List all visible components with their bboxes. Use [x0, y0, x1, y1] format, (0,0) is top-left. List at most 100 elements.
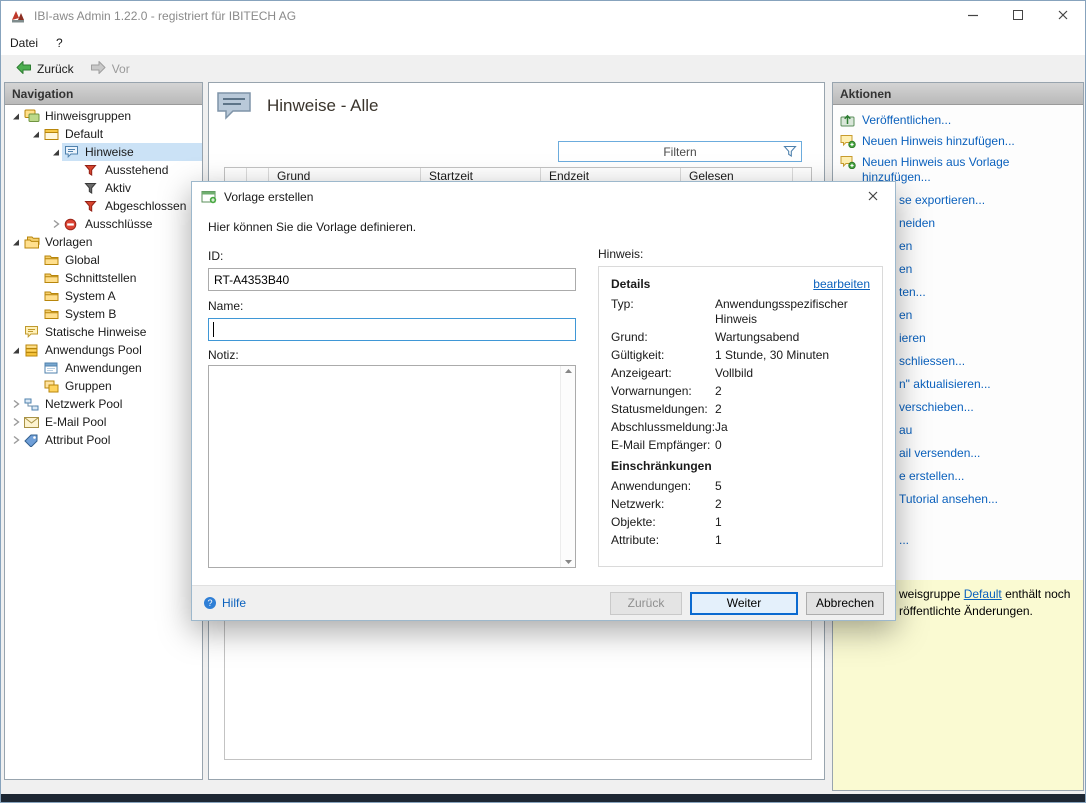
detail-value: 2: [715, 384, 722, 398]
detail-value: 2: [715, 497, 722, 511]
back-button[interactable]: Zurück: [7, 58, 82, 80]
scroll-up-icon[interactable]: [561, 369, 575, 373]
note-scrollbar[interactable]: [560, 366, 575, 567]
chevron-expanded-icon[interactable]: [9, 111, 22, 121]
tree-item-anwendungs-pool[interactable]: Anwendungs Pool: [5, 341, 202, 359]
tree-item-e-mail-pool[interactable]: E-Mail Pool: [5, 413, 202, 431]
maximize-button[interactable]: [995, 1, 1040, 31]
tree-item-statische-hinweise[interactable]: Statische Hinweise: [5, 323, 202, 341]
tree-item-anwendungen[interactable]: Anwendungen: [5, 359, 202, 377]
dialog-icon: [201, 189, 217, 204]
tree-item-label: System B: [65, 307, 117, 321]
filter-input[interactable]: Filtern: [558, 141, 802, 162]
filter-funnel-icon[interactable]: [783, 145, 797, 158]
tree-item-system-b[interactable]: System B: [5, 305, 202, 323]
tree-item-content: E-Mail Pool: [22, 413, 202, 431]
chevron-expanded-icon[interactable]: [29, 129, 42, 139]
name-input[interactable]: [208, 318, 576, 341]
details-box: Details bearbeiten Typ: Anwendungsspezifi…: [598, 266, 883, 567]
titlebar: IBI-aws Admin 1.22.0 - registriert für I…: [1, 1, 1085, 31]
tree-item-label: Global: [65, 253, 100, 267]
tree-item-label: Hinweise: [85, 145, 134, 159]
add-hint-icon: [840, 134, 856, 148]
navigation-header: Navigation: [5, 83, 202, 105]
zurueck-button[interactable]: Zurück: [610, 591, 682, 615]
chevron-expanded-icon[interactable]: [49, 147, 62, 157]
detail-row-g-ltigkeit: Gültigkeit: 1 Stunde, 30 Minuten: [611, 348, 870, 363]
tree-item-ausschl-sse[interactable]: Ausschlüsse: [5, 215, 202, 233]
action-ver-ffentlichen[interactable]: Veröffentlichen...: [833, 110, 1083, 131]
chevron-collapsed-icon[interactable]: [9, 435, 22, 445]
detail-value: 1: [715, 515, 722, 529]
tree-item-vorlagen[interactable]: Vorlagen: [5, 233, 202, 251]
tree-item-global[interactable]: Global: [5, 251, 202, 269]
detail-row-anzeigeart: Anzeigeart: Vollbild: [611, 366, 870, 381]
dialog-close-icon: [868, 190, 878, 204]
tag-icon: [24, 434, 41, 447]
bubble-blue-icon: [64, 145, 81, 159]
weiter-button[interactable]: Weiter: [690, 591, 798, 615]
tree-item-abgeschlossen[interactable]: Abgeschlossen: [5, 197, 202, 215]
tree-item-attribut-pool[interactable]: Attribut Pool: [5, 431, 202, 449]
name-label: Name:: [208, 299, 244, 313]
tree-item-content: Schnittstellen: [42, 269, 202, 287]
tree-item-label: Attribut Pool: [45, 433, 111, 447]
dialog-close-button[interactable]: [853, 184, 893, 210]
tree-item-gruppen[interactable]: Gruppen: [5, 377, 202, 395]
tree-item-ausstehend[interactable]: Ausstehend: [5, 161, 202, 179]
tree-item-label: Schnittstellen: [65, 271, 137, 285]
detail-label: Statusmeldungen:: [611, 402, 708, 416]
chevron-collapsed-icon[interactable]: [49, 219, 62, 229]
action-neuen-hinweis-hinzuf-gen[interactable]: Neuen Hinweis hinzufügen...: [833, 131, 1083, 152]
forward-button[interactable]: Vor: [82, 58, 138, 80]
chevron-collapsed-icon[interactable]: [9, 417, 22, 427]
close-button[interactable]: [1040, 1, 1085, 31]
maximize-icon: [1012, 9, 1023, 23]
back-arrow-icon: [15, 60, 32, 78]
detail-label: Abschlussmeldung:: [611, 420, 716, 434]
detail-row-anwendungen: Anwendungen: 5: [611, 479, 870, 494]
minimize-button[interactable]: [950, 1, 995, 31]
tree-item-hinweisgruppen[interactable]: Hinweisgruppen: [5, 107, 202, 125]
tree-item-label: Vorlagen: [45, 235, 93, 249]
tree-item-aktiv[interactable]: Aktiv: [5, 179, 202, 197]
tree-item-hinweise[interactable]: Hinweise: [5, 143, 202, 161]
tree-item-content: System A: [42, 287, 202, 305]
bearbeiten-link[interactable]: bearbeiten: [813, 277, 870, 291]
tree-item-schnittstellen[interactable]: Schnittstellen: [5, 269, 202, 287]
chevron-expanded-icon[interactable]: [9, 345, 22, 355]
menubar: Datei ?: [1, 31, 1085, 55]
note-textarea[interactable]: [208, 365, 576, 568]
abbrechen-button[interactable]: Abbrechen: [806, 591, 884, 615]
detail-value: Wartungsabend: [715, 330, 800, 344]
detail-label: Gültigkeit:: [611, 348, 665, 362]
dialog-footer: ? Hilfe Zurück Weiter Abbrechen: [192, 585, 895, 620]
menu-help[interactable]: ?: [47, 33, 72, 53]
note-label: Notiz:: [208, 348, 239, 362]
id-input[interactable]: [208, 268, 576, 291]
notice-text-2: enthält noch: [1001, 587, 1071, 601]
hinweis-label: Hinweis:: [598, 247, 644, 261]
help-link[interactable]: ? Hilfe: [203, 596, 246, 610]
action-label: e erstellen...: [899, 469, 965, 483]
chevron-collapsed-icon[interactable]: [9, 399, 22, 409]
detail-label: Anwendungen:: [611, 479, 692, 493]
menu-datei[interactable]: Datei: [1, 33, 47, 53]
actions-header: Aktionen: [833, 83, 1083, 105]
help-label: Hilfe: [222, 596, 247, 610]
scroll-down-icon[interactable]: [561, 560, 575, 564]
tree-item-netzwerk-pool[interactable]: Netzwerk Pool: [5, 395, 202, 413]
page-title: Hinweise - Alle: [267, 96, 379, 115]
chevron-expanded-icon[interactable]: [9, 237, 22, 247]
default-link[interactable]: Default: [964, 587, 1002, 601]
detail-value: 1: [715, 533, 722, 547]
folder-icon: [44, 272, 61, 284]
dialog-titlebar: Vorlage erstellen: [192, 182, 895, 211]
details-rows: Typ: Anwendungsspezifischer Hinweis Grund:…: [611, 297, 870, 453]
hint-group-icon: [44, 128, 61, 141]
toolbar: Zurück Vor: [1, 55, 1085, 82]
tree-item-system-a[interactable]: System A: [5, 287, 202, 305]
detail-row-abschlussmeldung: Abschlussmeldung: Ja: [611, 420, 870, 435]
tree-item-default[interactable]: Default: [5, 125, 202, 143]
tree-item-content: Attribut Pool: [22, 431, 202, 449]
